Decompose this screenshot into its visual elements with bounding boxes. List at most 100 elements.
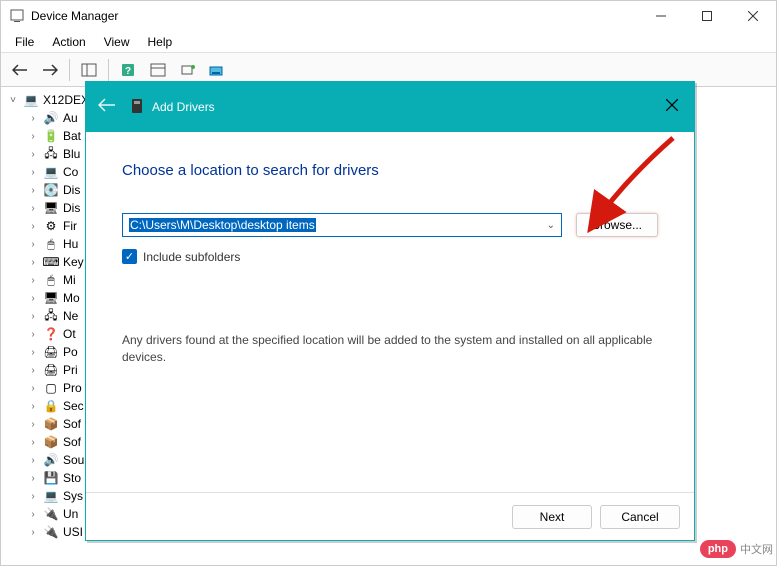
device-category-icon: 🔒 bbox=[43, 398, 59, 414]
dialog-header: Add Drivers bbox=[86, 82, 694, 132]
device-category-icon: ⌨ bbox=[43, 254, 59, 270]
tree-root-label: X12DEX bbox=[43, 93, 89, 107]
menu-view[interactable]: View bbox=[96, 33, 138, 51]
tree-item-label: Dis bbox=[63, 201, 80, 215]
device-category-icon: 💻 bbox=[43, 164, 59, 180]
menu-action[interactable]: Action bbox=[44, 33, 93, 51]
expand-icon[interactable]: › bbox=[27, 527, 39, 538]
nav-forward-button[interactable] bbox=[37, 57, 63, 83]
expand-icon[interactable]: › bbox=[27, 419, 39, 430]
minimize-button[interactable] bbox=[638, 1, 684, 31]
expand-icon[interactable]: › bbox=[27, 149, 39, 160]
properties-button[interactable] bbox=[145, 57, 171, 83]
help-button[interactable]: ? bbox=[115, 57, 141, 83]
dialog-back-button[interactable] bbox=[98, 98, 116, 117]
svg-text:?: ? bbox=[125, 66, 131, 77]
expand-icon[interactable]: › bbox=[27, 383, 39, 394]
expand-icon[interactable]: › bbox=[27, 293, 39, 304]
expand-icon[interactable]: › bbox=[27, 491, 39, 502]
device-category-icon: 🖧 bbox=[43, 146, 59, 162]
expand-icon[interactable]: › bbox=[27, 131, 39, 142]
cancel-button[interactable]: Cancel bbox=[600, 505, 680, 529]
chevron-down-icon[interactable]: ⌄ bbox=[547, 220, 555, 231]
include-subfolders-row[interactable]: ✓ Include subfolders bbox=[122, 249, 658, 264]
info-text: Any drivers found at the specified locat… bbox=[122, 332, 658, 366]
close-button[interactable] bbox=[730, 1, 776, 31]
menubar: File Action View Help bbox=[1, 31, 776, 53]
watermark-badge: php bbox=[700, 540, 736, 558]
tree-item-label: Ne bbox=[63, 309, 78, 323]
device-category-icon: 🖨 bbox=[43, 344, 59, 360]
dialog-header-left: Add Drivers bbox=[98, 98, 215, 117]
tree-item-label: Blu bbox=[63, 147, 80, 161]
tree-item-label: Au bbox=[63, 111, 78, 125]
tree-item-label: Mi bbox=[63, 273, 76, 287]
expand-icon[interactable]: › bbox=[27, 239, 39, 250]
expand-icon[interactable]: › bbox=[27, 221, 39, 232]
watermark: php 中文网 bbox=[700, 540, 773, 558]
tree-item-label: Mo bbox=[63, 291, 80, 305]
expand-icon[interactable]: › bbox=[27, 311, 39, 322]
expand-icon[interactable]: › bbox=[27, 347, 39, 358]
path-combobox[interactable]: C:\Users\M\Desktop\desktop items ⌄ bbox=[122, 213, 562, 237]
watermark-text: 中文网 bbox=[740, 541, 773, 557]
window-title: Device Manager bbox=[31, 9, 118, 23]
driver-icon bbox=[130, 98, 144, 117]
expand-icon[interactable]: › bbox=[27, 401, 39, 412]
expand-icon[interactable]: › bbox=[27, 275, 39, 286]
device-category-icon: 🖧 bbox=[43, 308, 59, 324]
toolbar-separator bbox=[108, 59, 109, 81]
device-category-icon: 🖥 bbox=[43, 200, 59, 216]
tree-item-label: Dis bbox=[63, 183, 80, 197]
tree-item-label: Hu bbox=[63, 237, 78, 251]
titlebar: Device Manager bbox=[1, 1, 776, 31]
scan-hardware-button[interactable] bbox=[175, 57, 201, 83]
expand-icon[interactable]: › bbox=[27, 185, 39, 196]
device-category-icon: 🖱 bbox=[43, 272, 59, 288]
device-category-icon: 🖥 bbox=[43, 290, 59, 306]
nav-back-button[interactable] bbox=[7, 57, 33, 83]
device-category-icon: 📦 bbox=[43, 434, 59, 450]
collapse-icon[interactable]: ˅ bbox=[7, 95, 19, 106]
expand-icon[interactable]: › bbox=[27, 365, 39, 376]
tree-item-label: Pri bbox=[63, 363, 78, 377]
add-driver-button[interactable] bbox=[205, 57, 231, 83]
expand-icon[interactable]: › bbox=[27, 113, 39, 124]
expand-icon[interactable]: › bbox=[27, 437, 39, 448]
tree-item-label: Po bbox=[63, 345, 78, 359]
expand-icon[interactable]: › bbox=[27, 329, 39, 340]
device-category-icon: 📦 bbox=[43, 416, 59, 432]
include-subfolders-checkbox[interactable]: ✓ bbox=[122, 249, 137, 264]
device-category-icon: 🔋 bbox=[43, 128, 59, 144]
expand-icon[interactable]: › bbox=[27, 473, 39, 484]
expand-icon[interactable]: › bbox=[27, 509, 39, 520]
tree-item-label: Sys bbox=[63, 489, 83, 503]
device-category-icon: 🖨 bbox=[43, 362, 59, 378]
titlebar-left: Device Manager bbox=[9, 8, 118, 24]
dialog-close-button[interactable] bbox=[662, 94, 682, 120]
device-category-icon: 🔌 bbox=[43, 506, 59, 522]
tree-item-label: Co bbox=[63, 165, 78, 179]
tree-item-label: Bat bbox=[63, 129, 81, 143]
browse-button[interactable]: Browse... bbox=[576, 213, 658, 237]
device-category-icon: 💾 bbox=[43, 470, 59, 486]
dialog-heading: Choose a location to search for drivers bbox=[122, 162, 658, 179]
next-button[interactable]: Next bbox=[512, 505, 592, 529]
tree-item-label: Fir bbox=[63, 219, 77, 233]
menu-file[interactable]: File bbox=[7, 33, 42, 51]
device-category-icon: 🔊 bbox=[43, 452, 59, 468]
expand-icon[interactable]: › bbox=[27, 455, 39, 466]
expand-icon[interactable]: › bbox=[27, 257, 39, 268]
add-drivers-dialog: Add Drivers Choose a location to search … bbox=[85, 81, 695, 541]
device-category-icon: 💽 bbox=[43, 182, 59, 198]
show-hide-tree-button[interactable] bbox=[76, 57, 102, 83]
path-value: C:\Users\M\Desktop\desktop items bbox=[129, 218, 316, 232]
expand-icon[interactable]: › bbox=[27, 167, 39, 178]
expand-icon[interactable]: › bbox=[27, 203, 39, 214]
maximize-button[interactable] bbox=[684, 1, 730, 31]
path-row: C:\Users\M\Desktop\desktop items ⌄ Brows… bbox=[122, 213, 658, 237]
include-subfolders-label: Include subfolders bbox=[143, 250, 240, 264]
dialog-title: Add Drivers bbox=[152, 100, 215, 114]
menu-help[interactable]: Help bbox=[140, 33, 181, 51]
computer-icon: 💻 bbox=[23, 92, 39, 108]
